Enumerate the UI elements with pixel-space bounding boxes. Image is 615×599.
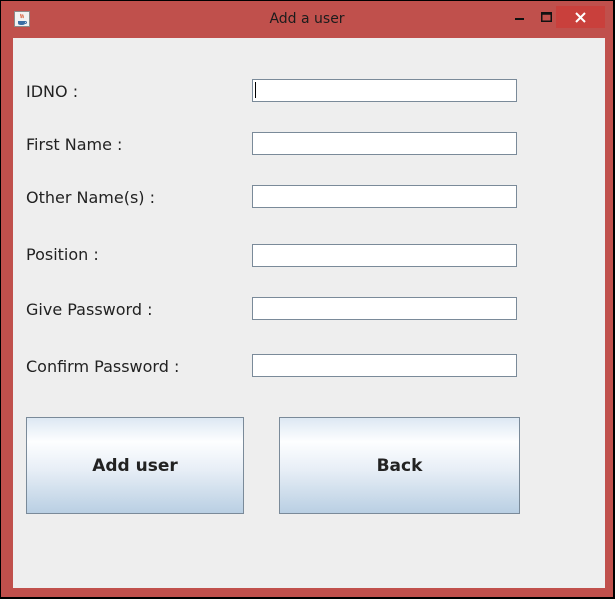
- title-bar[interactable]: Add a user: [1, 1, 613, 38]
- confirm-password-label: Confirm Password :: [26, 357, 180, 376]
- minimize-icon: [515, 18, 524, 20]
- close-button[interactable]: [556, 6, 605, 28]
- first-name-label: First Name :: [26, 135, 123, 154]
- close-icon: [575, 11, 586, 23]
- maximize-button[interactable]: [534, 6, 558, 28]
- other-names-label: Other Name(s) :: [26, 188, 156, 207]
- give-password-input[interactable]: [252, 297, 517, 320]
- idno-label: IDNO :: [26, 82, 79, 101]
- idno-input[interactable]: [252, 79, 517, 102]
- maximize-icon: [540, 12, 552, 22]
- position-label: Position :: [26, 245, 99, 264]
- window-frame: Add a user IDNO : First Name: Other Nam…: [1, 1, 613, 597]
- minimize-button[interactable]: [508, 6, 532, 28]
- first-name-input[interactable]: [252, 132, 517, 155]
- confirm-password-input[interactable]: [252, 354, 517, 377]
- back-button-label: Back: [376, 455, 423, 476]
- app-window: Add a user IDNO : First Name: Other Nam…: [0, 0, 615, 599]
- form-panel: IDNO : First Name : Other Name(s) : Posi…: [13, 38, 605, 588]
- add-user-button[interactable]: Add user: [26, 417, 244, 514]
- give-password-label: Give Password :: [26, 300, 153, 319]
- add-user-button-label: Add user: [92, 455, 178, 476]
- position-input[interactable]: [252, 244, 517, 267]
- other-names-input[interactable]: [252, 185, 517, 208]
- text-caret: [255, 82, 256, 98]
- back-button[interactable]: Back: [279, 417, 520, 514]
